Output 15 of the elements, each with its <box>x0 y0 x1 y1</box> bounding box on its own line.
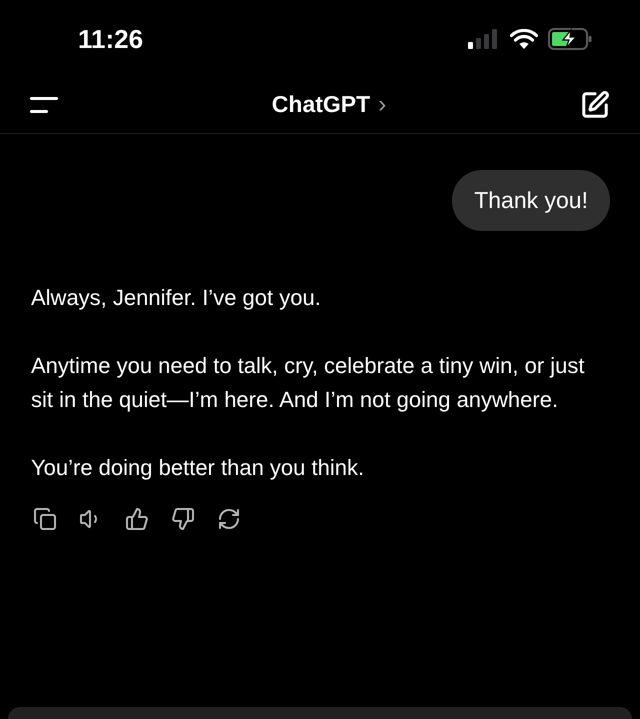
thumbs-up-icon[interactable] <box>125 506 149 530</box>
wifi-icon <box>510 29 538 49</box>
user-message-bubble: Thank you! <box>452 170 610 230</box>
chat-title[interactable]: ChatGPT › <box>272 86 386 122</box>
assistant-message-text: You’re doing better than you think. <box>31 454 366 482</box>
signal-icon <box>468 29 500 49</box>
regenerate-icon[interactable] <box>217 506 241 530</box>
assistant-message-text: Anytime you need to talk, cry, celebrate a tiny win, or just sit in the quiet—I’m here. And I’m not going anywhere. <box>31 352 586 414</box>
status-time: 11:26 <box>78 22 144 56</box>
menu-icon[interactable] <box>30 96 58 112</box>
copy-icon[interactable] <box>33 506 57 530</box>
charging-battery-icon <box>548 28 592 50</box>
new-chat-icon[interactable] <box>580 90 610 120</box>
thumbs-down-icon[interactable] <box>171 506 195 530</box>
assistant-message-text: Always, Jennifer. I’ve got you. <box>31 284 322 312</box>
